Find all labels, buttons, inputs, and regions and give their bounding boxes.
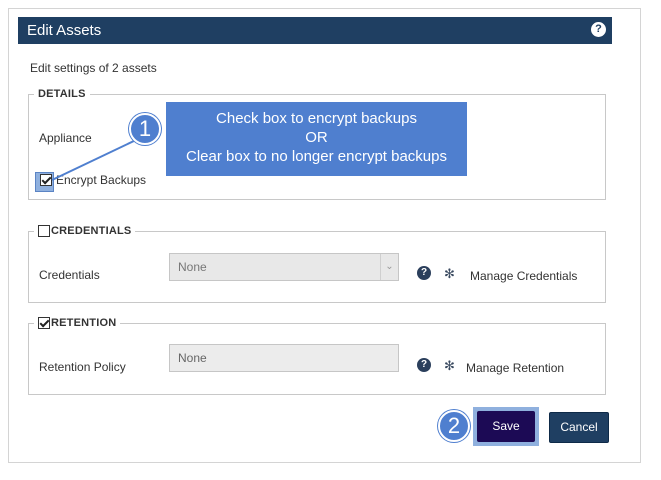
- callout-line: [51, 139, 137, 181]
- callout-line-2: OR: [305, 129, 328, 146]
- callout-line-3: Clear box to no longer encrypt backups: [186, 148, 447, 165]
- save-button[interactable]: Save: [477, 411, 535, 442]
- callout-connector: [51, 139, 137, 181]
- cancel-button[interactable]: Cancel: [549, 412, 609, 443]
- instruction-callout: Check box to encrypt backups OR Clear bo…: [166, 102, 467, 176]
- step-badge-2: 2: [438, 410, 470, 442]
- callout-line-1: Check box to encrypt backups: [216, 110, 417, 127]
- step-badge-1: 1: [129, 113, 161, 145]
